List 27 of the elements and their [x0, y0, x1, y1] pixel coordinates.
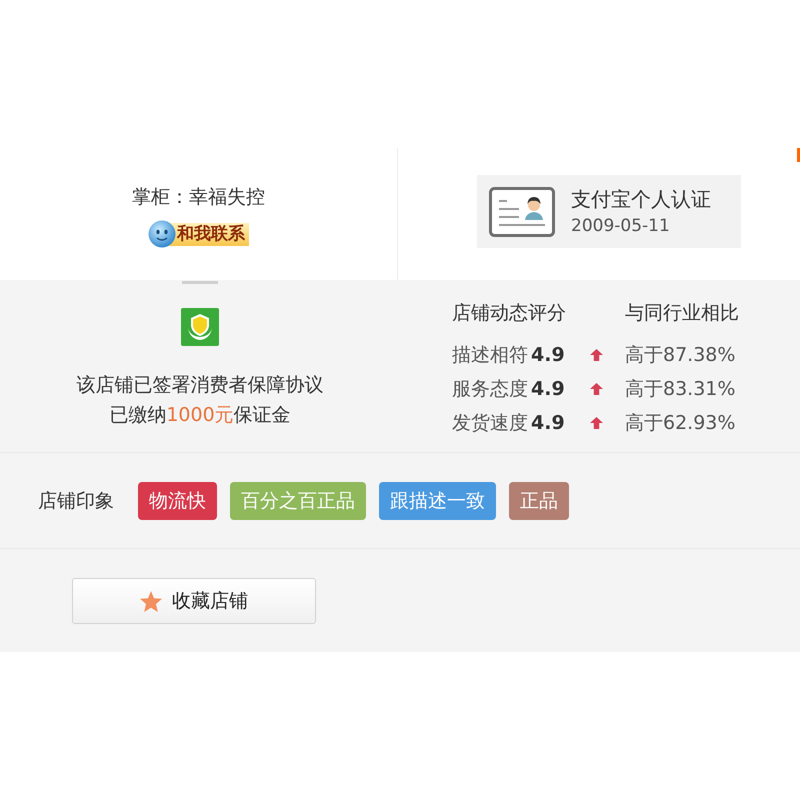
rating-score: 4.9 [531, 378, 565, 400]
shopkeeper-name: 掌柜：幸福失控 [132, 185, 265, 210]
certification-title: 支付宝个人认证 [571, 186, 711, 212]
rating-score: 4.9 [531, 344, 565, 366]
rating-comparison: 高于83.31% [625, 377, 736, 402]
rating-comparison: 高于62.93% [625, 411, 736, 436]
rating-comparison: 高于87.38% [625, 343, 736, 368]
guarantee-text: 该店铺已签署消费者保障协议 [76, 373, 324, 398]
favorite-shop-button[interactable]: 收藏店铺 [72, 578, 316, 624]
id-card-icon [489, 186, 555, 236]
rating-label: 发货速度 [452, 411, 528, 436]
certification-date: 2009-05-11 [571, 214, 671, 238]
deposit-text: 已缴纳1000元保证金 [109, 403, 291, 428]
impressions-label: 店铺印象 [38, 488, 114, 514]
contact-button[interactable]: 和我联系 [148, 220, 249, 248]
impression-tag: 百分之百正品 [230, 482, 366, 520]
smiley-icon [148, 220, 176, 248]
impression-tag: 跟描述一致 [379, 482, 496, 520]
rating-label: 服务态度 [452, 377, 528, 402]
compare-header: 与同行业相比 [625, 301, 739, 326]
impression-tag: 正品 [509, 482, 569, 520]
ratings-header: 店铺动态评分 [452, 301, 567, 326]
rating-score: 4.9 [531, 412, 565, 434]
impression-tag: 物流快 [138, 482, 217, 520]
shield-hands-icon [181, 308, 219, 346]
rating-label: 描述相符 [452, 343, 528, 368]
star-icon [140, 590, 162, 612]
